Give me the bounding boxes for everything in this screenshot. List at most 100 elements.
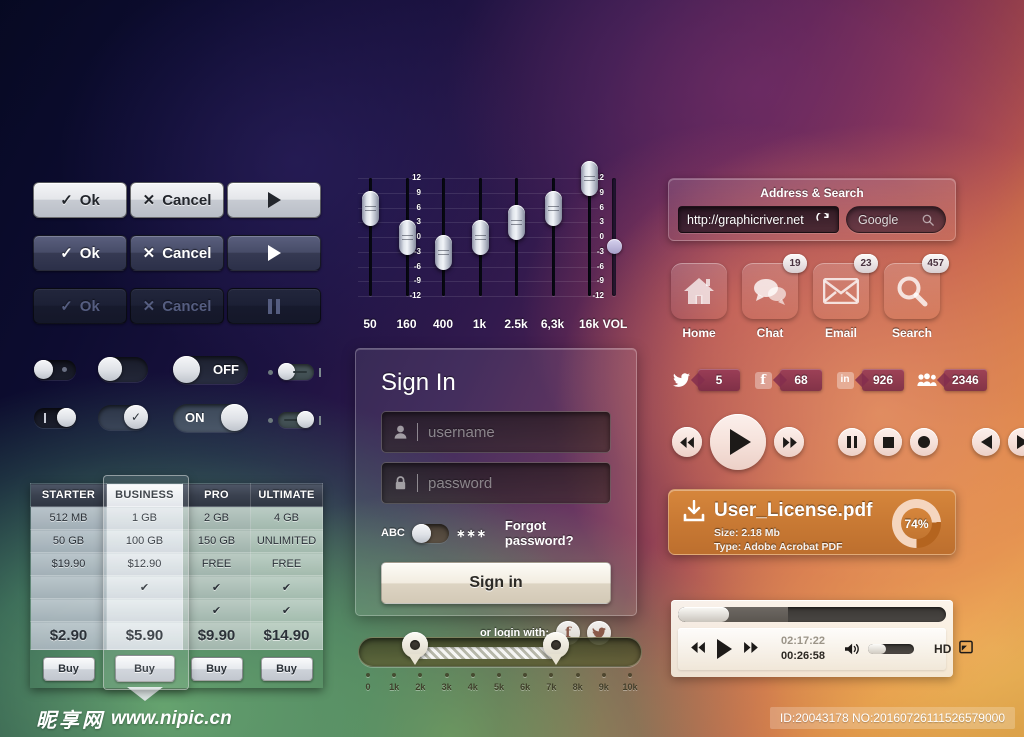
myspace-count: 2346: [944, 369, 987, 391]
home-tile-button[interactable]: [671, 263, 727, 319]
table-row: 512 MB1 GB2 GB4 GB: [31, 507, 323, 530]
email-tile-button[interactable]: 23: [813, 263, 869, 319]
eq-scale-label: -9: [590, 276, 604, 285]
toggle-pill-off[interactable]: [98, 357, 148, 382]
volume-icon: [845, 642, 861, 656]
pause-button[interactable]: [838, 428, 866, 456]
pricing-table: STARTERBUSINESSPROULTIMATE 512 MB1 GB2 G…: [30, 483, 323, 688]
tile-search[interactable]: 457 Search: [884, 263, 940, 340]
toggle-labeled-off[interactable]: OFF: [173, 356, 248, 384]
search-input[interactable]: Google: [846, 206, 946, 233]
volume-knob[interactable]: [607, 239, 622, 254]
chat-tile-button[interactable]: 19: [742, 263, 798, 319]
range-tick-label: 5k: [488, 682, 510, 692]
cancel-label: Cancel: [162, 245, 211, 262]
eq-knob[interactable]: [545, 191, 562, 226]
buy-button[interactable]: Buy: [115, 655, 175, 682]
pricing-cell: $19.90: [31, 553, 107, 576]
record-icon: [918, 436, 930, 448]
range-tick-label: 6k: [514, 682, 536, 692]
toggle-labeled-on[interactable]: ON: [173, 404, 248, 432]
twitter-count: 5: [698, 369, 740, 391]
toggle-dot-off[interactable]: [34, 360, 76, 380]
video-play-button[interactable]: [717, 639, 732, 659]
range-tick: [392, 673, 396, 677]
prev-button[interactable]: [972, 428, 1000, 456]
fullscreen-button[interactable]: [959, 640, 973, 659]
ok-button-normal[interactable]: ✓ Ok: [33, 182, 127, 218]
fastforward-button[interactable]: [774, 427, 804, 457]
tile-email[interactable]: 23 Email: [813, 263, 869, 340]
video-rewind-button[interactable]: [691, 640, 706, 658]
forgot-password-link[interactable]: Forgot password?: [505, 518, 611, 548]
toggle-check-on[interactable]: ✓: [98, 405, 148, 430]
volume-track[interactable]: [612, 178, 616, 296]
stop-button[interactable]: [874, 428, 902, 456]
social-counter-linkedin[interactable]: in 926: [834, 369, 904, 391]
eq-knob[interactable]: [362, 191, 379, 226]
tile-label: Email: [813, 326, 869, 340]
range-slider-widget: 01k2k3k4k5k6k7k8k9k10k: [358, 637, 642, 701]
record-button[interactable]: [910, 428, 938, 456]
range-tick: [602, 673, 606, 677]
next-button[interactable]: [1008, 428, 1024, 456]
table-row: 50 GB100 GB150 GBUNLIMITED: [31, 530, 323, 553]
reload-icon[interactable]: [816, 213, 830, 227]
buy-button[interactable]: Buy: [261, 657, 313, 681]
buy-button[interactable]: Buy: [191, 657, 243, 681]
range-handle-high[interactable]: [543, 632, 569, 662]
tile-label: Chat: [742, 326, 798, 340]
video-volume[interactable]: [835, 642, 924, 656]
range-slider-track[interactable]: [358, 637, 642, 667]
fullscreen-icon: [959, 640, 973, 654]
social-counter-myspace[interactable]: 2346: [916, 369, 987, 391]
cancel-button-normal[interactable]: ✕ Cancel: [130, 182, 224, 218]
range-tick: [628, 673, 632, 677]
video-progress-bar[interactable]: [678, 607, 946, 622]
toggle-mini-off[interactable]: [268, 364, 321, 380]
eq-knob[interactable]: [472, 220, 489, 255]
ok-button-disabled: ✓ Ok: [33, 288, 127, 324]
download-panel[interactable]: User_License.pdf Size: 2.18 Mb Type: Ado…: [668, 489, 956, 555]
search-tile-button[interactable]: 457: [884, 263, 940, 319]
ok-button-pressed[interactable]: ✓ Ok: [33, 235, 127, 271]
url-input[interactable]: http://graphicriver.net: [678, 206, 839, 233]
social-counter-facebook[interactable]: f 68: [752, 369, 822, 391]
social-counter-twitter[interactable]: 5: [670, 369, 740, 391]
eq-scale-label: -12: [590, 291, 604, 300]
eq-knob[interactable]: [399, 220, 416, 255]
range-tick-label: 10k: [619, 682, 641, 692]
rewind-button[interactable]: [672, 427, 702, 457]
toggle-mini-on[interactable]: [268, 412, 321, 428]
hd-button[interactable]: HD: [934, 642, 951, 656]
cancel-button-pressed[interactable]: ✕ Cancel: [130, 235, 224, 271]
volume-slider[interactable]: [868, 644, 914, 654]
tile-home[interactable]: Home: [671, 263, 727, 340]
password-visibility-toggle[interactable]: [412, 524, 449, 543]
eq-knob[interactable]: [581, 161, 598, 196]
range-tick: [549, 673, 553, 677]
pricing-cell: ✔: [107, 576, 183, 599]
eq-knob[interactable]: [508, 205, 525, 240]
pricing-cell: ✔: [251, 576, 323, 599]
pricing-cell: 50 GB: [31, 530, 107, 553]
eq-knob[interactable]: [435, 235, 452, 270]
play-button-normal[interactable]: [227, 182, 321, 218]
play-button-large[interactable]: [710, 414, 766, 470]
download-filename: User_License.pdf: [714, 500, 872, 522]
pricing-cell: 100 GB: [107, 530, 183, 553]
watermark-char: 网: [82, 704, 102, 733]
pricing-cell: $12.90: [107, 553, 183, 576]
buy-button[interactable]: Buy: [43, 657, 95, 681]
volume-label: VOL: [596, 317, 634, 331]
download-progress-label: 74%: [892, 499, 941, 548]
range-handle-low[interactable]: [402, 632, 428, 662]
mask-label: ∗∗∗: [456, 527, 487, 540]
tile-chat[interactable]: 19 Chat: [742, 263, 798, 340]
username-input[interactable]: username: [381, 411, 611, 453]
video-fastforward-button[interactable]: [743, 640, 758, 658]
password-input[interactable]: password: [381, 462, 611, 504]
signin-submit-button[interactable]: Sign in: [381, 562, 611, 604]
toggle-dot-on[interactable]: [34, 408, 76, 428]
play-button-pressed[interactable]: [227, 235, 321, 271]
